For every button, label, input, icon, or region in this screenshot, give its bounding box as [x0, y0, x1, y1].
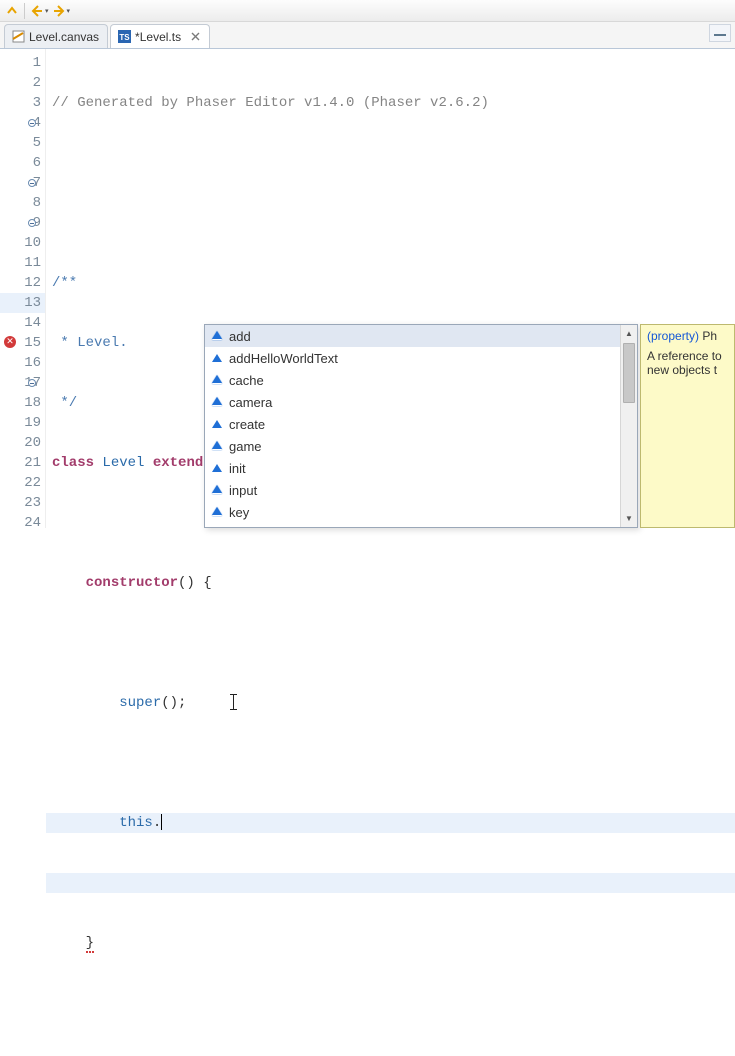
fold-marker-icon[interactable] [28, 119, 36, 127]
canvas-file-icon [11, 30, 25, 44]
scroll-up-icon[interactable]: ▲ [621, 325, 637, 342]
property-icon [211, 330, 223, 342]
method-icon [211, 418, 223, 430]
minimize-view-button[interactable] [709, 24, 731, 42]
autocomplete-item[interactable]: init [205, 457, 620, 479]
editor-tabbar: Level.canvas TS *Level.ts [0, 22, 735, 49]
property-icon [211, 396, 223, 408]
autocomplete-item-label: add [229, 329, 251, 344]
close-icon[interactable] [189, 31, 201, 43]
tab-level-canvas[interactable]: Level.canvas [4, 24, 108, 48]
tab-label: Level.canvas [29, 30, 99, 44]
fold-marker-icon[interactable] [28, 379, 36, 387]
autocomplete-scrollbar[interactable]: ▲ ▼ [620, 325, 637, 527]
autocomplete-item[interactable]: addHelloWorldText [205, 347, 620, 369]
method-icon [211, 352, 223, 364]
autocomplete-item[interactable]: cache [205, 369, 620, 391]
autocomplete-item[interactable]: game [205, 435, 620, 457]
gutter: 1 2 3 4 5 6 7 8 9 10 11 12 13 14 ✕15 16 … [0, 49, 46, 528]
nav-back-dropdown[interactable]: ▾ [45, 7, 49, 15]
tooltip-link[interactable]: (property) [647, 329, 699, 343]
tab-label: *Level.ts [135, 30, 181, 44]
code-text: // Generated by Phaser Editor v1.4.0 (Ph… [52, 95, 489, 111]
method-icon [211, 462, 223, 474]
autocomplete-item-label: input [229, 483, 257, 498]
autocomplete-item-label: init [229, 461, 246, 476]
autocomplete-item[interactable]: camera [205, 391, 620, 413]
nav-back-icon[interactable] [29, 3, 45, 19]
autocomplete-item[interactable]: input [205, 479, 620, 501]
error-marker-icon[interactable]: ✕ [4, 336, 16, 348]
property-icon [211, 484, 223, 496]
property-icon [211, 374, 223, 386]
autocomplete-item-label: key [229, 505, 249, 520]
nav-fwd-dropdown[interactable]: ▾ [67, 7, 71, 15]
autocomplete-item[interactable]: create [205, 413, 620, 435]
autocomplete-item[interactable]: key [205, 501, 620, 523]
autocomplete-list[interactable]: add addHelloWorldText cache camera create gam… [205, 325, 620, 527]
toolbar-sep [24, 3, 25, 19]
property-icon [211, 440, 223, 452]
text-cursor-icon [228, 694, 240, 710]
autocomplete-item-label: addHelloWorldText [229, 351, 338, 366]
tab-level-ts[interactable]: TS *Level.ts [110, 24, 210, 48]
drill-up-icon[interactable] [4, 3, 20, 19]
autocomplete-item[interactable]: add [205, 325, 620, 347]
fold-marker-icon[interactable] [28, 219, 36, 227]
property-icon [211, 506, 223, 518]
fold-marker-icon[interactable] [28, 179, 36, 187]
svg-text:TS: TS [119, 33, 130, 42]
nav-fwd-icon[interactable] [51, 3, 67, 19]
scroll-thumb[interactable] [623, 343, 635, 403]
autocomplete-item-label: cache [229, 373, 264, 388]
doc-tooltip: (property) Ph A reference to new objects… [640, 324, 735, 528]
main-toolbar: ▾ ▾ [0, 0, 735, 22]
scroll-down-icon[interactable]: ▼ [621, 510, 637, 527]
caret [161, 814, 162, 830]
autocomplete-item-label: create [229, 417, 265, 432]
autocomplete-item-label: camera [229, 395, 272, 410]
autocomplete-popup[interactable]: add addHelloWorldText cache camera create gam… [204, 324, 638, 528]
ts-file-icon: TS [117, 30, 131, 44]
autocomplete-item-label: game [229, 439, 262, 454]
